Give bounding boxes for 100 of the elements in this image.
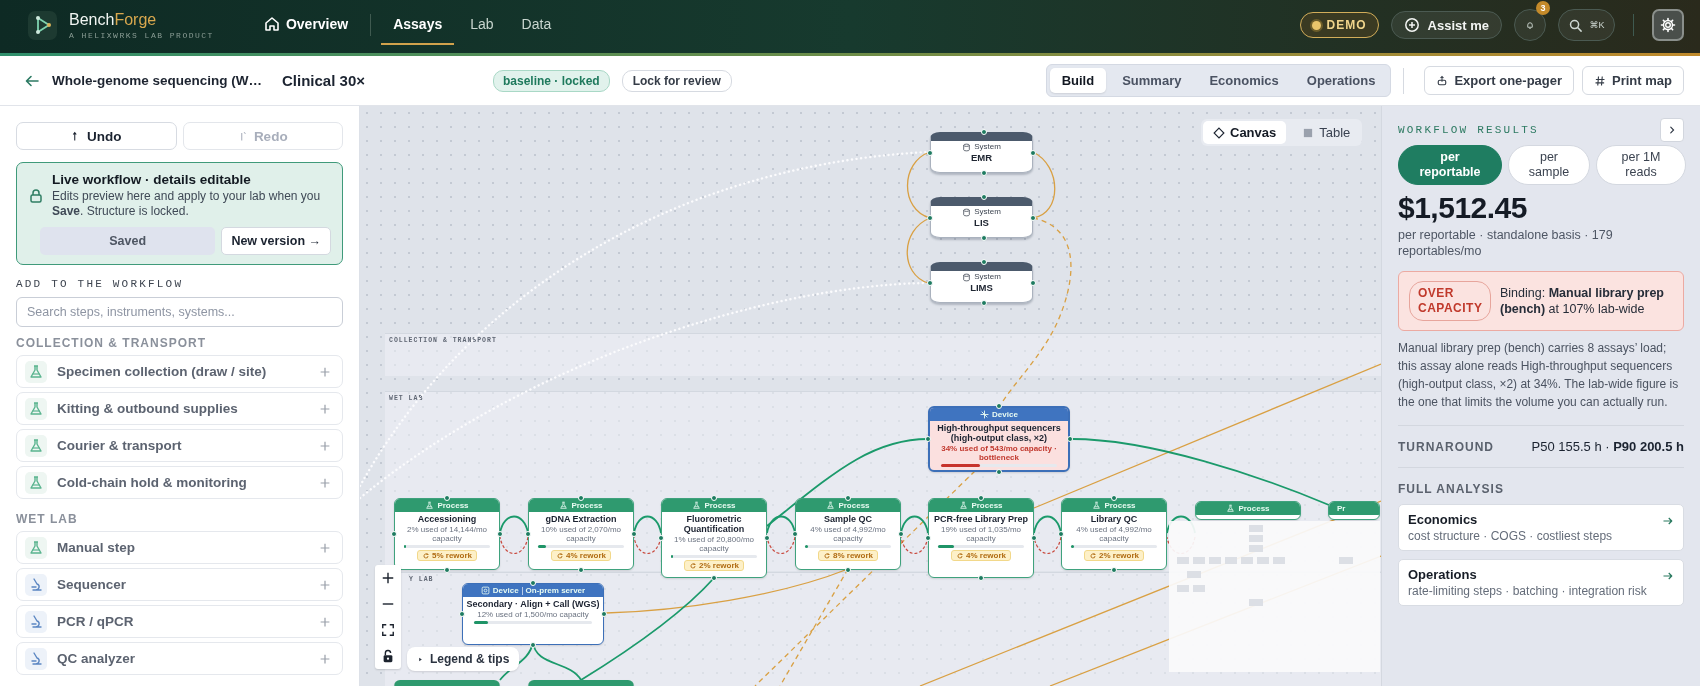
view-tab[interactable]: Economics <box>1197 68 1291 93</box>
connection-handle[interactable] <box>1111 567 1117 573</box>
server-icon <box>480 586 490 595</box>
connection-handle[interactable] <box>391 531 397 537</box>
process-node[interactable]: Process Fluorometric Quantification 1% used of 20,800/mo capacity 2% rework <box>661 498 767 578</box>
refresh-icon <box>556 551 564 560</box>
connection-handle[interactable] <box>978 495 984 501</box>
connection-handle[interactable] <box>981 129 987 135</box>
palette-item[interactable]: Courier & transport <box>16 429 343 462</box>
palette-item-label: Manual step <box>57 540 136 555</box>
rework-label: 2% rework <box>1099 551 1139 560</box>
palette-item[interactable]: QC analyzer <box>16 642 343 675</box>
connection-handle[interactable] <box>578 567 584 573</box>
node-type-label: Process <box>838 501 870 510</box>
connection-handle[interactable] <box>981 194 987 200</box>
connection-handle[interactable] <box>444 495 450 501</box>
connection-handle[interactable] <box>927 215 933 221</box>
export-button[interactable]: Export one-pager <box>1424 66 1575 95</box>
nav-tab[interactable]: Lab <box>458 5 506 45</box>
connection-handle[interactable] <box>444 567 450 573</box>
connection-handle[interactable] <box>530 642 536 648</box>
process-node[interactable]: Process Accessioning 2% used of 14,144/mo capacity 5% rework <box>394 498 500 570</box>
connection-handle[interactable] <box>1030 215 1036 221</box>
system-node[interactable]: System LIS <box>930 197 1033 238</box>
connection-handle[interactable] <box>845 567 851 573</box>
connection-handle[interactable] <box>711 495 717 501</box>
connection-handle[interactable] <box>925 436 931 442</box>
palette-item[interactable]: PCR / qPCR <box>16 605 343 638</box>
connection-handle[interactable] <box>1111 495 1117 501</box>
connection-handle[interactable] <box>711 575 717 581</box>
view-toggle-option[interactable]: Canvas <box>1203 121 1287 144</box>
search-field[interactable]: Search steps, instruments, systems... <box>16 297 343 327</box>
flask-icon <box>28 363 44 380</box>
view-toggle-option[interactable]: Table <box>1292 121 1361 144</box>
palette-item[interactable]: Kitting & outbound supplies <box>16 392 343 425</box>
new-version-button[interactable]: New version → <box>221 227 331 255</box>
search-button[interactable]: ⌘K <box>1558 9 1615 41</box>
settings-button[interactable] <box>1652 9 1684 41</box>
connection-handle[interactable] <box>845 495 851 501</box>
connection-handle[interactable] <box>1031 535 1037 541</box>
connection-handle[interactable] <box>631 531 637 537</box>
unit-toggle[interactable]: per sample <box>1508 145 1590 185</box>
connection-handle[interactable] <box>764 535 770 541</box>
connection-handle[interactable] <box>578 495 584 501</box>
connection-handle[interactable] <box>1058 531 1064 537</box>
nav-tab[interactable]: Assays <box>381 5 455 45</box>
connection-handle[interactable] <box>1067 436 1073 442</box>
system-node[interactable]: System LIMS <box>930 262 1033 303</box>
lock-for-review-button[interactable]: Lock for review <box>621 69 732 92</box>
palette-item[interactable]: Specimen collection (draw / site) <box>16 355 343 388</box>
connection-handle[interactable] <box>981 235 987 241</box>
palette-item[interactable]: Sequencer <box>16 568 343 601</box>
nav-tab[interactable]: Data <box>509 5 564 45</box>
connection-handle[interactable] <box>1030 280 1036 286</box>
view-tab[interactable]: Build <box>1049 68 1107 93</box>
nav-tab[interactable]: Overview <box>251 5 361 45</box>
analysis-link-card[interactable]: Operations rate-limiting steps · batching · integration risk <box>1398 559 1684 606</box>
process-node[interactable]: Process Sample QC 4% used of 4,992/mo capacity 8% rework <box>795 498 901 570</box>
connection-handle[interactable] <box>898 531 904 537</box>
connection-handle[interactable] <box>996 469 1002 475</box>
connection-handle[interactable] <box>981 300 987 306</box>
connection-handle[interactable] <box>927 150 933 156</box>
connection-handle[interactable] <box>497 531 503 537</box>
connection-handle[interactable] <box>1030 150 1036 156</box>
capacity-text: 2% used of 14,144/mo capacity <box>405 525 489 543</box>
analysis-link-card[interactable]: Economics cost structure · COGS · costliest steps <box>1398 504 1684 551</box>
undo-button[interactable]: Undo <box>16 122 177 150</box>
process-node[interactable]: Process Library QC 4% used of 4,992/mo capacity 2% rework <box>1061 498 1167 570</box>
notifications-button[interactable] <box>1514 9 1546 41</box>
arrow-right-icon <box>1662 515 1674 527</box>
view-tab[interactable]: Operations <box>1294 68 1388 93</box>
connection-handle[interactable] <box>601 611 607 617</box>
connection-handle[interactable] <box>658 535 664 541</box>
bell-icon <box>1524 19 1536 31</box>
connection-handle[interactable] <box>459 611 465 617</box>
legend-button[interactable]: Legend & tips <box>407 647 520 671</box>
process-node[interactable]: Process gDNA Extraction 10% used of 2,070/mo capacity 4% rework <box>528 498 634 570</box>
connection-handle[interactable] <box>530 580 536 586</box>
connection-handle[interactable] <box>792 531 798 537</box>
connection-handle[interactable] <box>525 531 531 537</box>
connection-handle[interactable] <box>981 259 987 265</box>
home-icon <box>263 16 280 32</box>
device-node[interactable]: Device High-throughput sequencers (high-output class, ×2) 34% used of 543/mo capacity · bottleneck <box>928 406 1070 472</box>
unit-toggle[interactable]: per 1M reads <box>1596 145 1686 185</box>
node-type-label: Device <box>492 586 519 595</box>
view-tab[interactable]: Summary <box>1110 68 1194 93</box>
system-node[interactable]: System EMR <box>930 132 1033 173</box>
process-node[interactable]: Process PCR-free Library Prep 19% used of 1,035/mo capacity 4% rework <box>928 498 1034 578</box>
connection-handle[interactable] <box>981 170 987 176</box>
connection-handle[interactable] <box>925 535 931 541</box>
status-chip: baseline · locked <box>493 69 610 92</box>
palette-item[interactable]: Manual step <box>16 531 343 564</box>
unit-toggle[interactable]: per reportable <box>1398 145 1502 185</box>
connection-handle[interactable] <box>978 575 984 581</box>
palette-item[interactable]: Cold-chain hold & monitoring <box>16 466 343 499</box>
connection-handle[interactable] <box>927 280 933 286</box>
device-node[interactable]: Device On-prem server Secondary · Align + Call (WGS) 12% used of 1,500/mo capacity <box>462 583 604 645</box>
assist-button[interactable]: Assist me <box>1390 11 1502 39</box>
print-button[interactable]: Print map <box>1582 66 1684 95</box>
connection-handle[interactable] <box>996 403 1002 409</box>
